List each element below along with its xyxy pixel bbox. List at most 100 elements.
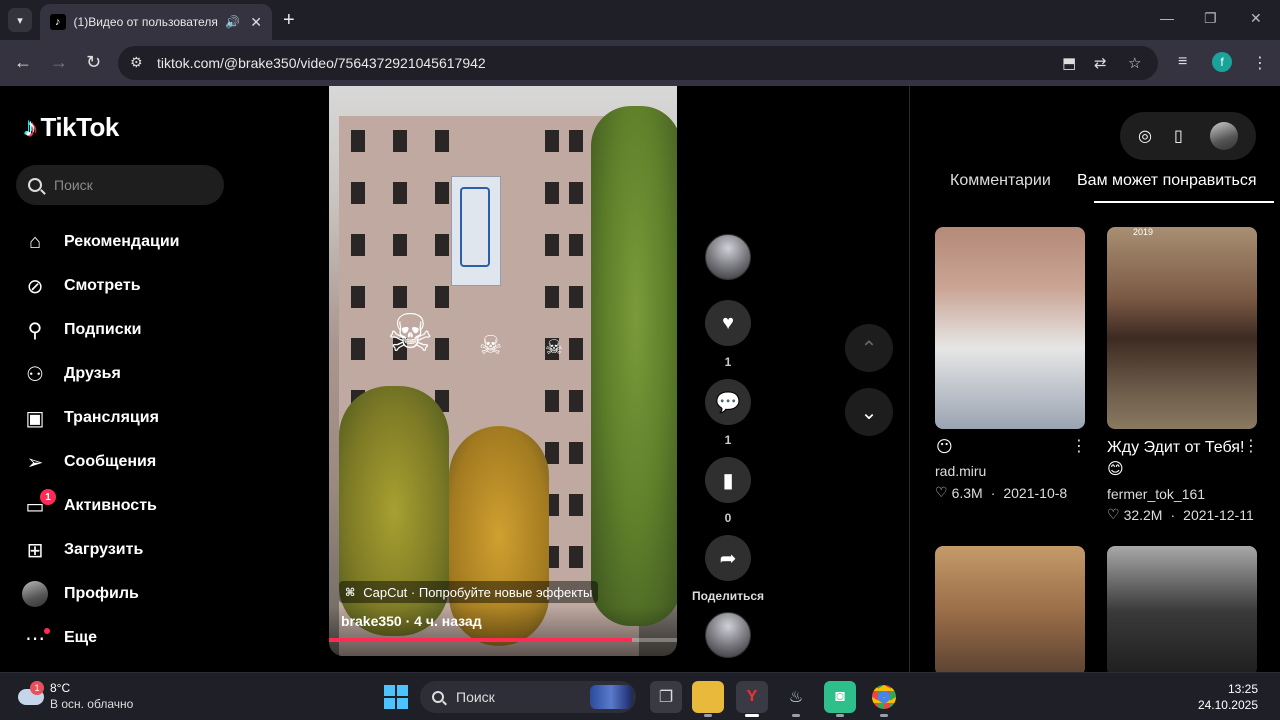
building-window [545,130,559,152]
card-title[interactable]: Жду Эдит от Тебя! [1107,437,1244,459]
chevron-up-icon: ⌃ [860,337,878,360]
recommended-thumbnail[interactable] [1107,546,1257,672]
previous-video-button[interactable]: ⌃ [845,324,893,372]
video-progress-bar[interactable] [329,638,677,642]
card-more-icon[interactable]: ⋮ [1243,436,1259,456]
task-view-icon[interactable]: ❐ [650,681,682,713]
comment-count: 1 [724,433,732,447]
new-tab-button[interactable]: + [283,8,295,32]
minimize-window-button[interactable]: — [1160,10,1174,26]
user-avatar[interactable] [1210,122,1238,150]
site-info-icon[interactable]: ⚙ [130,54,143,71]
share-button[interactable]: ➦ [705,535,751,581]
translate-icon[interactable]: ⇄ [1094,54,1107,72]
taskbar-search[interactable]: Поиск [420,681,636,713]
back-button[interactable]: ← [14,52,32,73]
sidebar-item-label: Профиль [64,585,139,602]
tiktok-favicon-icon: ♪ [50,14,66,30]
building-window [393,130,407,152]
sidebar-search-input[interactable]: Поиск [16,165,224,205]
sidebar-item-label: Рекомендации [64,233,180,250]
video-player[interactable]: ☠ ☠ ☠ ⌘ CapCut · Попробуйте новые эффект… [329,86,677,656]
sidebar-item-upload[interactable]: ⊞ Загрузить [22,528,222,572]
messenger-icon[interactable]: ◙ [824,681,856,717]
sidebar-item-following[interactable]: ⚲ Подписки [22,308,222,352]
sidebar-item-activity[interactable]: ▭ 1 Активность [22,484,222,528]
address-url[interactable]: tiktok.com/@brake350/video/7564372921045… [157,55,486,71]
recommended-thumbnail[interactable] [935,227,1085,429]
card-author[interactable]: rad.miru [935,463,986,479]
tiktok-app-icon[interactable]: ◎ [1138,126,1152,146]
mobile-device-icon[interactable]: ▯ [1174,126,1183,146]
search-placeholder: Поиск [54,177,93,193]
tab-search-menu-button[interactable]: ▾ [8,8,32,32]
comment-button[interactable]: 💬 [705,379,751,425]
building-window [569,234,583,256]
sidebar-item-messages[interactable]: ➢ Сообщения [22,440,222,484]
skull-sticker-icon: ☠ [387,305,434,363]
card-author[interactable]: fermer_tok_161 [1107,486,1205,502]
recommended-thumbnail[interactable] [935,546,1085,672]
speaker-icon[interactable]: 🔊 [225,15,240,29]
tiktok-logo[interactable]: ♪ TikTok [24,112,119,143]
forward-button[interactable]: → [50,52,68,73]
media-controls-icon[interactable]: ≡ [1178,53,1187,71]
sidebar-item-recommendations[interactable]: ⌂ Рекомендации [22,220,222,264]
browser-profile-avatar[interactable]: f [1212,52,1232,72]
chevron-down-icon: ⌄ [860,401,878,424]
steam-icon[interactable]: ♨ [780,681,812,717]
tiktok-brand-text: TikTok [40,112,120,142]
creator-avatar[interactable] [705,234,751,280]
recommended-thumbnail[interactable]: 2019 [1107,227,1257,429]
close-window-button[interactable]: ✕ [1250,10,1262,27]
building-window [569,286,583,308]
address-bar[interactable]: ⚙ tiktok.com/@brake350/video/75643729210… [118,46,1158,80]
sidebar-item-friends[interactable]: ⚇ Друзья [22,352,222,396]
capcut-effect-chip[interactable]: ⌘ CapCut · Попробуйте новые эффекты [339,581,599,603]
sidebar-item-profile[interactable]: Профиль [22,572,222,616]
chrome-icon[interactable] [868,681,900,717]
friends-icon: ⚇ [26,363,44,386]
bookmark-star-icon[interactable]: ☆ [1128,54,1141,72]
sidebar-item-more[interactable]: ⋯ Еще [22,616,222,660]
sidebar-item-live[interactable]: ▣ Трансляция [22,396,222,440]
browser-menu-icon[interactable]: ⋮ [1252,53,1268,73]
bookmark-button[interactable]: ▮ [705,457,751,503]
like-button[interactable]: ♥ [705,300,751,346]
card-date: 2021-12-11 [1183,506,1254,523]
tab-comments[interactable]: Комментарии [950,172,1051,190]
tab-recommended[interactable]: Вам может понравиться [1077,172,1257,190]
video-author-line[interactable]: brake350 · 4 ч. назад [341,613,482,629]
messages-icon: ➢ [26,451,44,474]
comment-icon: 💬 [715,391,741,414]
sidebar-item-label: Сообщения [64,453,157,470]
building-window [435,130,449,152]
weather-temperature: 8°C [50,681,71,695]
reload-button[interactable]: ↻ [86,52,101,73]
building-window [393,234,407,256]
install-app-icon[interactable]: ⬒ [1062,54,1076,72]
system-clock[interactable]: 13:25 24.10.2025 [1198,681,1258,713]
start-button[interactable] [384,685,408,709]
file-explorer-icon[interactable] [692,681,724,717]
activity-badge: 1 [40,489,56,505]
top-right-actions: ◎ ▯ [1120,112,1256,160]
like-count: 1 [724,355,732,369]
yandex-browser-icon[interactable]: Y [736,681,768,717]
restore-window-button[interactable]: ❐ [1204,10,1217,27]
card-title[interactable]: 😶 [936,437,953,459]
skull-sticker-icon: ☠ [545,337,563,359]
clock-time: 13:25 [1227,682,1258,696]
close-tab-icon[interactable]: ✕ [250,14,262,31]
browser-tab-active[interactable]: ♪ (1)Видео от пользователя 🔊 ✕ [40,4,272,40]
sidebar-item-label: Смотреть [64,277,141,294]
sound-disc-avatar[interactable] [705,612,751,658]
building-window [569,494,583,516]
sidebar-item-explore[interactable]: ⊘ Смотреть [22,264,222,308]
building-window [351,338,365,360]
next-video-button[interactable]: ⌄ [845,388,893,436]
card-date: 2021-10-8 [1003,484,1068,501]
building-window [569,442,583,464]
card-more-icon[interactable]: ⋮ [1071,436,1087,456]
capcut-icon: ⌘ [345,586,356,599]
